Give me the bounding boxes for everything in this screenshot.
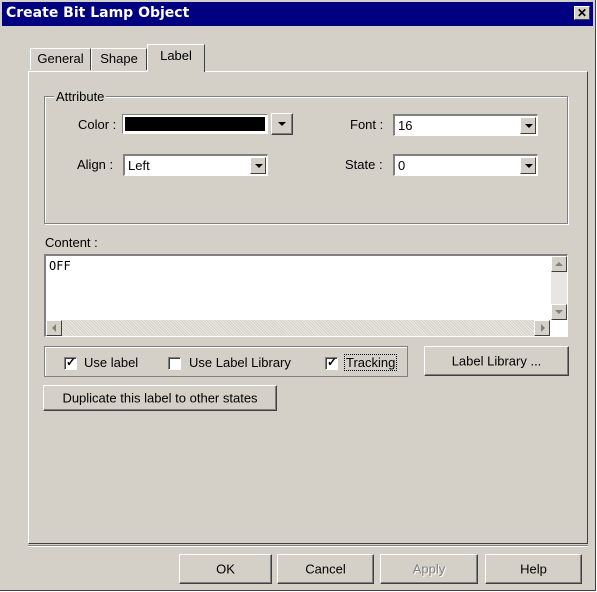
state-value: 0 [398, 158, 406, 173]
apply-button-label: Apply [412, 561, 446, 577]
content-text[interactable]: OFF [49, 259, 71, 273]
scroll-right-button[interactable] [534, 320, 550, 336]
check-icon: ✓ [66, 355, 77, 369]
label-library-button-label: Label Library ... [451, 353, 542, 369]
align-value: Left [128, 158, 150, 173]
label-library-button[interactable]: Label Library ... [424, 346, 569, 376]
tracking-checkbox[interactable]: ✓ [325, 355, 338, 370]
duplicate-label-button-label: Duplicate this label to other states [62, 390, 258, 406]
close-icon[interactable]: ✕ [577, 6, 587, 20]
cancel-button-label: Cancel [305, 561, 346, 577]
cancel-button[interactable]: Cancel [277, 554, 374, 584]
font-label: Font : [350, 117, 384, 132]
attribute-group-label: Attribute [54, 89, 107, 104]
state-dropdown-button[interactable] [520, 157, 536, 174]
tab-label[interactable]: Label [147, 44, 205, 72]
scroll-up-icon [555, 262, 563, 266]
scroll-down-button[interactable] [551, 304, 567, 320]
content-label: Content : [45, 235, 98, 250]
title-bar[interactable]: Create Bit Lamp Object ✕ [2, 2, 593, 26]
help-button-label: Help [520, 561, 547, 577]
duplicate-label-button[interactable]: Duplicate this label to other states [43, 385, 277, 411]
state-label: State : [345, 157, 383, 172]
color-label: Color : [78, 117, 117, 132]
color-dropdown-button[interactable] [271, 113, 293, 135]
tab-label-label: Label [160, 48, 192, 63]
use-label-checkbox[interactable]: ✓ [64, 355, 77, 370]
color-swatch-fill [125, 117, 265, 131]
font-dropdown-button[interactable] [520, 117, 536, 134]
color-swatch[interactable] [122, 114, 268, 134]
check-icon: ✓ [327, 355, 338, 369]
tracking-text[interactable]: Tracking [344, 354, 398, 371]
close-button[interactable]: ✕ [574, 6, 590, 20]
apply-button[interactable]: Apply [380, 554, 478, 584]
use-label-text[interactable]: Use label [84, 355, 138, 370]
font-select[interactable]: 16 [393, 114, 538, 136]
align-dropdown-button[interactable] [250, 157, 266, 174]
scroll-down-icon [555, 310, 563, 314]
footer-divider [28, 545, 588, 547]
dropdown-arrow-icon [525, 164, 533, 168]
use-label-library-text[interactable]: Use Label Library [189, 355, 291, 370]
window-title: Create Bit Lamp Object [6, 5, 190, 21]
vertical-scrollbar[interactable] [551, 256, 567, 320]
dialog-window: Create Bit Lamp Object ✕ General Shape L… [0, 0, 596, 591]
content-textarea[interactable]: OFF [44, 254, 568, 337]
use-label-library-checkbox[interactable] [168, 357, 181, 370]
tab-general-label: General [37, 51, 84, 66]
ok-button-label: OK [216, 561, 235, 577]
font-value: 16 [398, 118, 413, 133]
tab-general[interactable]: General [30, 48, 91, 70]
align-label: Align : [77, 157, 114, 172]
state-select[interactable]: 0 [393, 154, 538, 176]
dropdown-arrow-icon [278, 122, 286, 126]
help-button[interactable]: Help [485, 554, 582, 584]
dropdown-arrow-icon [525, 124, 533, 128]
ok-button[interactable]: OK [179, 554, 272, 584]
align-select[interactable]: Left [123, 154, 268, 176]
scroll-left-button[interactable] [46, 320, 62, 336]
scroll-left-icon [52, 324, 56, 332]
dropdown-arrow-icon [255, 164, 263, 168]
tab-shape[interactable]: Shape [91, 48, 147, 70]
scroll-up-button[interactable] [551, 256, 567, 272]
scroll-right-icon [541, 324, 545, 332]
horizontal-scrollbar[interactable] [46, 320, 550, 336]
tab-shape-label: Shape [100, 51, 138, 66]
